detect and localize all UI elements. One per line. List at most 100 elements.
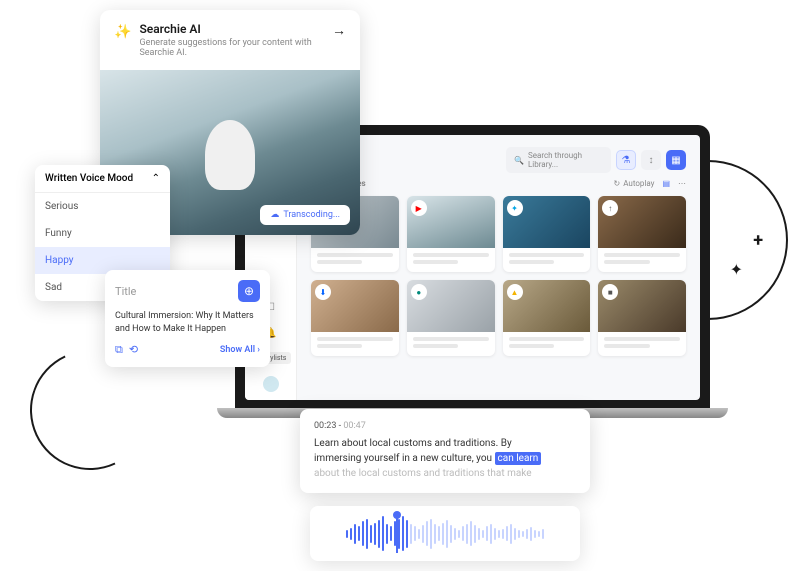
- mood-option-funny[interactable]: Funny: [35, 220, 170, 247]
- wave-bar: [418, 529, 420, 539]
- wave-bar: [430, 519, 432, 549]
- wave-bar: [514, 528, 516, 540]
- wave-bar: [406, 520, 408, 548]
- cloud-icon: ☁: [270, 210, 279, 220]
- wave-bar: [366, 519, 368, 549]
- wave-bar: [486, 526, 488, 541]
- title-card-label: Title: [115, 285, 136, 298]
- wave-bar: [506, 526, 508, 541]
- wave-bar: [534, 530, 536, 538]
- ai-sparkle-icon: ✨: [114, 24, 131, 58]
- mood-dropdown-header[interactable]: Written Voice Mood ⌃: [35, 165, 170, 193]
- wave-bar: [446, 520, 448, 548]
- transcoding-label: Transcoding...: [283, 210, 340, 220]
- wave-bar: [466, 524, 468, 544]
- content-tile[interactable]: ▶: [407, 196, 495, 272]
- transcript-text: Learn about local customs and traditions…: [314, 436, 576, 481]
- highlighted-text: can learn: [495, 452, 542, 465]
- content-tile[interactable]: ●: [407, 280, 495, 356]
- wave-bar: [422, 525, 424, 543]
- content-tile[interactable]: ■: [598, 280, 686, 356]
- content-tile[interactable]: ↑: [598, 196, 686, 272]
- arrow-right-icon[interactable]: →: [332, 22, 346, 39]
- wave-bar: [358, 526, 360, 541]
- mood-label: Written Voice Mood: [45, 173, 133, 184]
- wave-bar: [362, 521, 364, 546]
- transcoding-badge: ☁ Transcoding...: [260, 205, 350, 225]
- more-icon[interactable]: ⋯: [678, 179, 686, 188]
- timestamp: 00:23 - 00:47: [314, 421, 576, 431]
- content-tile[interactable]: ▲: [503, 280, 591, 356]
- title-suggestion-card: Title ⊕ Cultural Immersion: Why It Matte…: [105, 270, 270, 367]
- wave-bar: [478, 528, 480, 540]
- content-tile[interactable]: ⬇: [311, 280, 399, 356]
- wave-bar: [390, 526, 392, 541]
- wave-bar: [346, 530, 348, 538]
- decorative-star-icon: ✦: [730, 260, 743, 279]
- wave-bar: [518, 530, 520, 538]
- decorative-plus-icon: +: [753, 230, 763, 251]
- layout-icon[interactable]: ▤: [662, 179, 670, 188]
- wave-bar: [414, 526, 416, 541]
- wave-bar: [458, 530, 460, 538]
- wave-bar: [474, 525, 476, 543]
- wave-bar: [382, 516, 384, 551]
- wave-bar: [350, 528, 352, 540]
- wave-bar: [454, 528, 456, 540]
- sidebar-avatar[interactable]: [263, 376, 279, 392]
- grid-view-button[interactable]: ▦: [666, 150, 686, 170]
- youtube-icon: ▶: [411, 200, 427, 216]
- wave-bar: [494, 528, 496, 540]
- drive-icon: ▲: [507, 284, 523, 300]
- wave-bar: [402, 516, 404, 551]
- source-icon: ■: [602, 284, 618, 300]
- wave-bar: [538, 531, 540, 537]
- ai-card-subtitle: Generate suggestions for your content wi…: [139, 38, 332, 58]
- wave-bar: [426, 521, 428, 546]
- wave-bar: [462, 526, 464, 541]
- source-icon: ✦: [507, 200, 523, 216]
- wave-bar: [370, 525, 372, 543]
- record-icon: ●: [411, 284, 427, 300]
- transcript-card[interactable]: 00:23 - 00:47 Learn about local customs …: [300, 409, 590, 493]
- autoplay-toggle[interactable]: ↻ Autoplay: [614, 179, 655, 188]
- search-icon: 🔍: [514, 156, 524, 165]
- upload-icon: ↑: [602, 200, 618, 216]
- wave-bar: [386, 524, 388, 544]
- wave-bar: [410, 524, 412, 544]
- sort-button[interactable]: ↕: [641, 150, 661, 170]
- content-tile[interactable]: ✦: [503, 196, 591, 272]
- wave-bar: [526, 529, 528, 539]
- ai-card-title: Searchie AI: [139, 22, 332, 36]
- refresh-icon[interactable]: ⟲: [129, 343, 138, 357]
- wave-bar: [470, 521, 472, 546]
- playhead-cursor[interactable]: [396, 514, 398, 553]
- search-placeholder: Search through Library...: [528, 151, 603, 169]
- wave-bar: [522, 531, 524, 537]
- mood-option-serious[interactable]: Serious: [35, 193, 170, 220]
- ai-card-header: ✨ Searchie AI Generate suggestions for y…: [100, 10, 360, 70]
- wave-bar: [490, 524, 492, 544]
- wave-bar: [438, 526, 440, 541]
- title-suggestion-text: Cultural Immersion: Why It Matters and H…: [115, 310, 260, 335]
- dropbox-icon: ⬇: [315, 284, 331, 300]
- wave-bar: [510, 524, 512, 544]
- show-all-link[interactable]: Show All ›: [220, 345, 260, 355]
- wave-bar: [434, 524, 436, 544]
- wave-bar: [498, 530, 500, 538]
- chevron-up-icon: ⌃: [152, 173, 160, 184]
- wave-bar: [354, 524, 356, 544]
- wave-bar: [542, 529, 544, 539]
- filter-button[interactable]: ⚗: [616, 150, 636, 170]
- wave-bar: [530, 527, 532, 541]
- audio-waveform[interactable]: [310, 506, 580, 561]
- copy-icon[interactable]: ⧉: [115, 343, 123, 357]
- add-title-button[interactable]: ⊕: [238, 280, 260, 302]
- wave-bar: [450, 525, 452, 543]
- search-input[interactable]: 🔍 Search through Library...: [506, 147, 611, 173]
- wave-bar: [442, 523, 444, 545]
- wave-bar: [482, 530, 484, 538]
- wave-bar: [374, 523, 376, 545]
- wave-bar: [502, 529, 504, 539]
- wave-bar: [378, 520, 380, 548]
